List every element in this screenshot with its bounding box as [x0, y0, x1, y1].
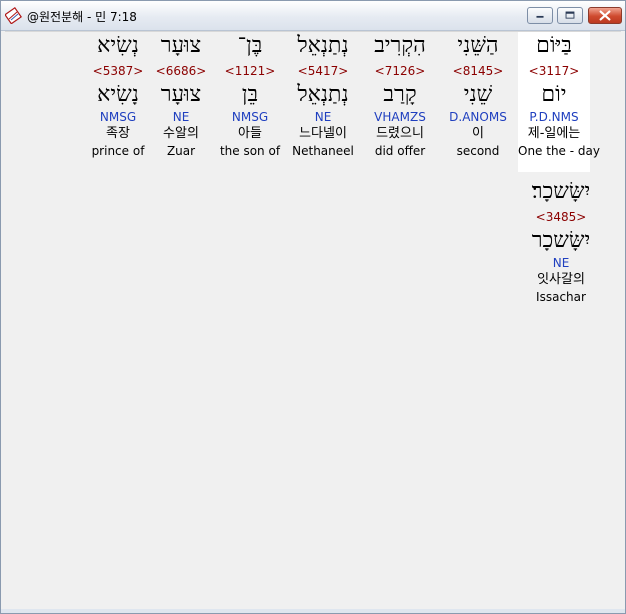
- analysis-pane: בַּיּוֹם <3117> יוֹם P.D.NMS 제-일에는 One t…: [5, 31, 621, 612]
- parsing-code: D.ANOMS: [449, 110, 507, 124]
- strong-number[interactable]: <8145>: [442, 63, 514, 79]
- strong-number[interactable]: <6686>: [145, 63, 217, 79]
- korean-gloss: 이: [472, 126, 484, 141]
- word-card-ben[interactable]: בֶּן־ <1121> בֵּן NMSG 아들 the son of: [214, 32, 286, 159]
- english-gloss: Zuar: [166, 144, 196, 158]
- english-gloss: Issachar: [536, 290, 586, 304]
- parsing-code: NE: [314, 110, 332, 124]
- word-card-nasi[interactable]: נְשִׂיא <5387> נָשִׂיא NMSG 족장 prince of: [82, 32, 154, 159]
- hebrew-word: בֶּן־: [237, 33, 263, 58]
- strong-number[interactable]: <5417>: [287, 63, 359, 79]
- hebrew-word: יִשָּׂשכָר׃: [531, 179, 591, 204]
- english-gloss: One the - day: [518, 144, 600, 158]
- hebrew-word: נְשִׂיא: [97, 33, 139, 58]
- hebrew-word: הִקְרִיב: [374, 33, 426, 58]
- parsing-code: P.D.NMS: [529, 110, 579, 124]
- korean-gloss: 드렸으니: [376, 126, 424, 141]
- bible-book-icon[interactable]: [5, 7, 22, 24]
- bottom-border: [1, 609, 625, 613]
- parsing-code: NMSG: [231, 110, 269, 124]
- lemma: שֵׁנִי: [463, 82, 493, 107]
- lemma: יִשָּׂשכָר: [531, 228, 591, 253]
- strong-number[interactable]: <5387>: [82, 63, 154, 79]
- strong-number[interactable]: <3485>: [525, 209, 597, 225]
- window-title: @원전분해 - 민 7:18: [27, 10, 137, 24]
- korean-gloss: 잇사갈의: [537, 272, 585, 287]
- lemma: יוֹם: [541, 82, 567, 107]
- hebrew-word: הַשֵּׁנִי: [457, 33, 499, 58]
- lemma: צוּעָר: [160, 82, 202, 107]
- english-gloss: prince of: [91, 144, 145, 158]
- close-icon: [599, 10, 611, 21]
- title-bar[interactable]: @원전분해 - 민 7:18: [1, 1, 625, 31]
- lemma: קָרַב: [383, 82, 417, 107]
- hebrew-word: נְתַנְאֵל: [297, 33, 349, 58]
- korean-gloss: 아들: [238, 126, 262, 141]
- parsing-code: VHAMZS: [374, 110, 426, 124]
- word-card-yom[interactable]: בַּיּוֹם <3117> יוֹם P.D.NMS 제-일에는 One t…: [518, 32, 600, 172]
- parsing-code: NE: [552, 256, 570, 270]
- english-gloss: the son of: [219, 144, 281, 158]
- word-card-nethanel[interactable]: נְתַנְאֵל <5417> נְתַנְאֵל NE 느다넬이 Netha…: [287, 32, 359, 159]
- english-gloss: second: [456, 144, 500, 158]
- maximize-button[interactable]: [557, 7, 583, 24]
- minimize-icon: [536, 15, 544, 18]
- english-gloss: Nethaneel: [292, 144, 354, 158]
- korean-gloss: 수알의: [163, 126, 199, 141]
- korean-gloss: 느다넬이: [299, 126, 347, 141]
- strong-number[interactable]: <3117>: [518, 63, 590, 79]
- lemma: בֵּן: [241, 82, 259, 107]
- word-card-zuar[interactable]: צוּעָר <6686> צוּעָר NE 수알의 Zuar: [145, 32, 217, 159]
- word-card-hiqriv[interactable]: הִקְרִיב <7126> קָרַב VHAMZS 드렸으니 did of…: [364, 32, 436, 159]
- word-card-sheni[interactable]: הַשֵּׁנִי <8145> שֵׁנִי D.ANOMS 이 second: [442, 32, 514, 159]
- hebrew-word: בַּיּוֹם: [536, 33, 572, 58]
- word-card-yissachar[interactable]: יִשָּׂשכָר׃ <3485> יִשָּׂשכָר NE 잇사갈의 Is…: [525, 178, 597, 305]
- english-gloss: did offer: [374, 144, 426, 158]
- parsing-code: NMSG: [99, 110, 137, 124]
- maximize-icon: [565, 11, 575, 19]
- strong-number[interactable]: <1121>: [214, 63, 286, 79]
- close-button[interactable]: [588, 7, 622, 24]
- lemma: נָשִׂיא: [97, 82, 139, 107]
- korean-gloss: 족장: [106, 126, 130, 141]
- parsing-code: NE: [172, 110, 190, 124]
- korean-gloss: 제-일에는: [527, 126, 581, 141]
- hebrew-word: צוּעָר: [160, 33, 202, 58]
- minimize-button[interactable]: [527, 7, 553, 24]
- app-window: @원전분해 - 민 7:18 בַּיּוֹם <3117> יוֹם P.D.…: [0, 0, 626, 614]
- strong-number[interactable]: <7126>: [364, 63, 436, 79]
- lemma: נְתַנְאֵל: [297, 82, 349, 107]
